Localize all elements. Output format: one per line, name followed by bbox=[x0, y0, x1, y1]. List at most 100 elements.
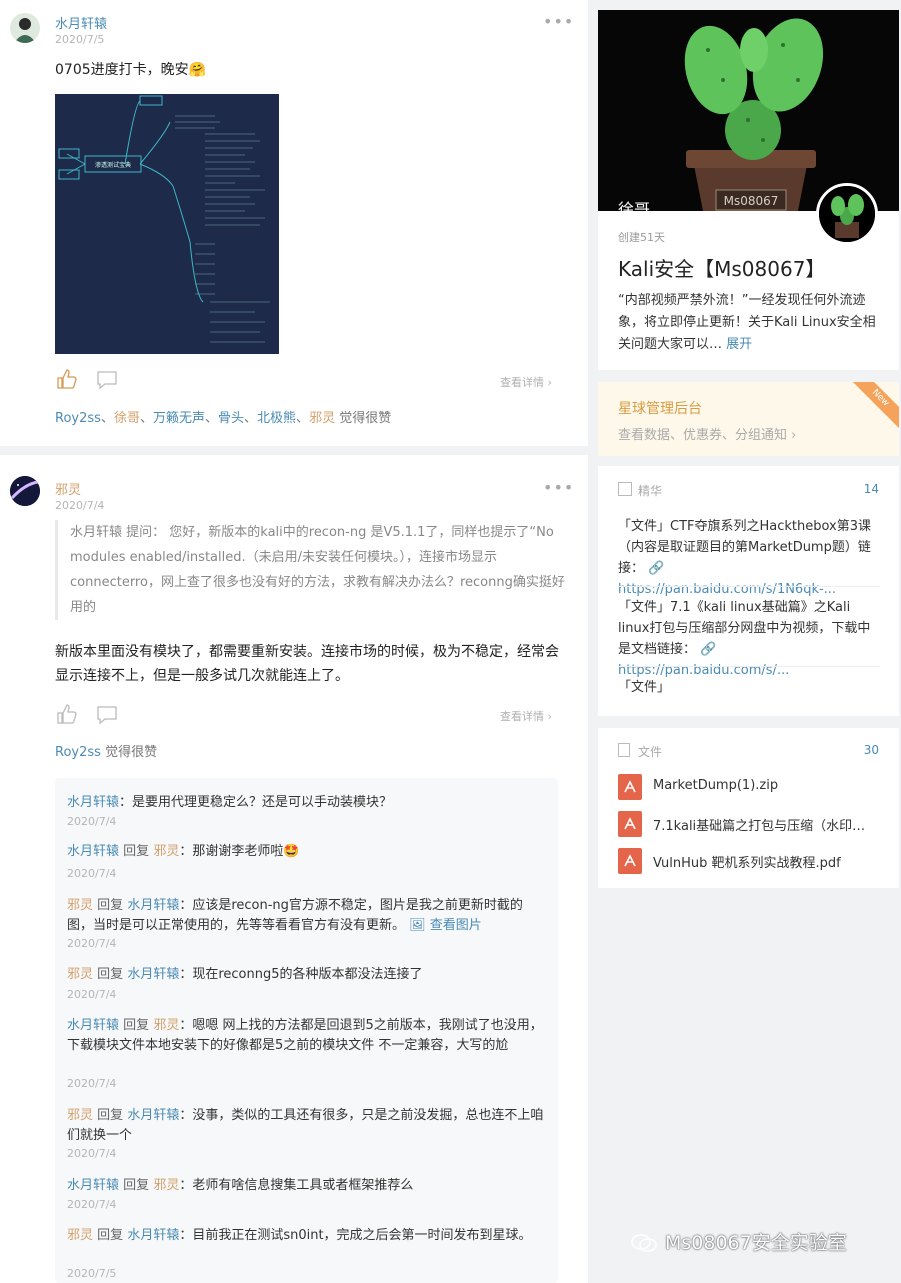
group-owner-name[interactable]: 徐哥 bbox=[618, 196, 650, 220]
post-date: 2020/7/4 bbox=[55, 499, 105, 512]
liker-name[interactable]: 骨头 bbox=[218, 411, 244, 426]
comment-author[interactable]: 水月轩辕 bbox=[67, 795, 119, 810]
mindmap-center-label: 渗透测试宝典 bbox=[95, 161, 131, 169]
reply-word: 回复 bbox=[97, 1228, 124, 1243]
essence-card: 精华 14 「文件」CTF夺旗系列之Hackthebox第3课（内容是取证题目的… bbox=[598, 466, 899, 716]
essence-item[interactable]: 「文件」7.1《kali linux基础篇》之Kali linux打包与压缩部分… bbox=[618, 597, 880, 681]
file-name: VulnHub 靶机系列实战教程.pdf bbox=[653, 856, 841, 871]
reply-word: 回复 bbox=[97, 967, 124, 982]
admin-subtitle[interactable]: 查看数据、优惠券、分组通知 › bbox=[618, 424, 796, 443]
essence-item[interactable]: 「文件」CTF夺旗系列之Hackthebox第3课（内容是取证题目的第Marke… bbox=[618, 516, 880, 600]
comment-text: ：目前我正在测试sn0int，完成之后会第一时间发布到星球。 bbox=[179, 1228, 532, 1243]
files-count[interactable]: 30 bbox=[864, 743, 879, 757]
comment-author[interactable]: 邪灵 bbox=[67, 1228, 93, 1243]
essence-item[interactable]: 「文件」 bbox=[618, 677, 880, 698]
comment-item[interactable]: 邪灵 回复 水月轩辕：应该是recon-ng官方源不稳定，图片是我之前更新时截的… bbox=[67, 896, 547, 936]
group-title: Kali安全【Ms08067】 bbox=[618, 257, 826, 281]
files-card: 文件 30 MarketDump(1).zip 7.1kali基础篇之打包与压缩… bbox=[598, 728, 899, 888]
comment-date: 2020/7/5 bbox=[67, 1267, 117, 1280]
like-icon[interactable] bbox=[55, 703, 77, 725]
comment-text: ：现在reconng5的各种版本都没法连接了 bbox=[179, 967, 423, 982]
comment-reply-to[interactable]: 水月轩辕 bbox=[127, 1108, 179, 1123]
liker-name[interactable]: 北极熊 bbox=[257, 411, 296, 426]
reply-word: 回复 bbox=[97, 1108, 124, 1123]
admin-title[interactable]: 星球管理后台 bbox=[618, 398, 702, 418]
comment-item[interactable]: 水月轩辕 回复 邪灵：嗯嗯 网上找的方法都是回退到5之前版本，我刚试了也没用，下… bbox=[67, 1016, 547, 1056]
pdf-file-icon bbox=[618, 848, 642, 874]
essence-label[interactable]: 精华 bbox=[638, 482, 662, 499]
comment-item[interactable]: 邪灵 回复 水月轩辕：目前我正在测试sn0int，完成之后会第一时间发布到星球。 bbox=[67, 1226, 547, 1246]
view-image-link[interactable]: 🖼 查看图片 bbox=[409, 918, 482, 933]
group-cover-image: Ms08067 bbox=[598, 10, 899, 211]
comment-item[interactable]: 邪灵 回复 水月轩辕：没事，类似的工具还有很多，只是之前没发掘，总也连不上咱们就… bbox=[67, 1106, 547, 1146]
likes-line: Roy2ss 觉得很赞 bbox=[55, 741, 157, 760]
comment-date: 2020/7/4 bbox=[67, 1077, 117, 1090]
file-name: 7.1kali基础篇之打包与压缩（水印… bbox=[653, 819, 866, 834]
post-text: 0705进度打卡，晚安🤗 bbox=[55, 62, 207, 78]
files-label[interactable]: 文件 bbox=[638, 743, 662, 760]
essence-count[interactable]: 14 bbox=[864, 482, 879, 496]
author-name[interactable]: 邪灵 bbox=[55, 479, 81, 498]
liker-name[interactable]: 邪灵 bbox=[309, 411, 335, 426]
comment-reply-to[interactable]: 邪灵 bbox=[153, 1018, 179, 1033]
liker-name[interactable]: 万籁无声 bbox=[153, 411, 205, 426]
comment-icon[interactable] bbox=[96, 704, 118, 726]
comment-author[interactable]: 邪灵 bbox=[67, 898, 93, 913]
comment-date: 2020/7/4 bbox=[67, 1198, 117, 1211]
more-icon[interactable]: ••• bbox=[543, 12, 574, 31]
file-section-icon bbox=[618, 743, 630, 757]
comment-author[interactable]: 水月轩辕 bbox=[67, 844, 119, 859]
comments-list: 水月轩辕：是要用代理更稳定么？还是可以手动装模块？ 2020/7/4 水月轩辕 … bbox=[55, 778, 558, 1283]
essence-item-link[interactable]: 🔗 https://pan.baidu.com/s/1N6qk-... bbox=[618, 561, 836, 597]
comment-author[interactable]: 水月轩辕 bbox=[67, 1018, 119, 1033]
like-icon[interactable] bbox=[55, 368, 77, 390]
more-icon[interactable]: ••• bbox=[543, 478, 574, 497]
comment-reply-to[interactable]: 邪灵 bbox=[153, 844, 179, 859]
comment-author[interactable]: 邪灵 bbox=[67, 1108, 93, 1123]
comment-author[interactable]: 邪灵 bbox=[67, 967, 93, 982]
essence-icon bbox=[618, 482, 632, 496]
reply-word: 回复 bbox=[123, 1018, 150, 1033]
post-text: 新版本里面没有模块了，都需要重新安装。连接市场的时候，极为不稳定，经常会显示连接… bbox=[55, 644, 559, 684]
group-avatar bbox=[816, 183, 878, 245]
liker-name[interactable]: 徐哥 bbox=[114, 411, 140, 426]
reply-word: 回复 bbox=[97, 898, 124, 913]
comment-item[interactable]: 邪灵 回复 水月轩辕：现在reconng5的各种版本都没法连接了 bbox=[67, 965, 547, 985]
comment-icon[interactable] bbox=[96, 369, 118, 391]
essence-item-text: 「文件」 bbox=[618, 680, 671, 695]
liker-name[interactable]: Roy2ss bbox=[55, 745, 101, 760]
comment-author[interactable]: 水月轩辕 bbox=[67, 1178, 119, 1193]
author-name[interactable]: 水月轩辕 bbox=[55, 13, 107, 32]
expand-link[interactable]: 展开 bbox=[726, 337, 752, 352]
liker-name[interactable]: Roy2ss bbox=[55, 411, 101, 426]
group-info-card: Ms08067 徐哥 创建51天 Kali安全【Ms08067】 “内部视频严禁… bbox=[598, 10, 899, 370]
admin-dashboard-card[interactable]: 星球管理后台 查看数据、优惠券、分组通知 › New bbox=[598, 382, 899, 456]
comment-reply-to[interactable]: 邪灵 bbox=[153, 1178, 179, 1193]
post-card: 水月轩辕 2020/7/5 ••• 0705进度打卡，晚安🤗 渗透测试宝典 查看… bbox=[0, 0, 588, 446]
mindmap-image[interactable]: 渗透测试宝典 bbox=[55, 94, 279, 354]
comment-reply-to[interactable]: 水月轩辕 bbox=[127, 898, 179, 913]
comment-item[interactable]: 水月轩辕 回复 邪灵：老师有啥信息搜集工具或者框架推荐么 bbox=[67, 1176, 547, 1196]
avatar[interactable] bbox=[10, 13, 40, 43]
comment-reply-to[interactable]: 水月轩辕 bbox=[127, 967, 179, 982]
created-days: 创建51天 bbox=[618, 231, 665, 244]
pdf-file-icon bbox=[618, 774, 642, 800]
new-ribbon-text: New bbox=[853, 382, 899, 428]
comment-date: 2020/7/4 bbox=[67, 937, 117, 950]
pot-label: Ms08067 bbox=[724, 194, 779, 208]
comment-item[interactable]: 水月轩辕 回复 邪灵：那谢谢李老师啦🤩 bbox=[67, 842, 547, 862]
reply-word: 回复 bbox=[123, 844, 150, 859]
comment-reply-to[interactable]: 水月轩辕 bbox=[127, 1228, 179, 1243]
divider bbox=[618, 586, 880, 587]
comment-text: ：那谢谢李老师啦🤩 bbox=[179, 844, 300, 859]
comment-item[interactable]: 水月轩辕：是要用代理更稳定么？还是可以手动装模块？ bbox=[67, 793, 547, 813]
pdf-file-icon bbox=[618, 811, 642, 837]
essence-item-text: 「文件」7.1《kali linux基础篇》之Kali linux打包与压缩部分… bbox=[618, 600, 871, 657]
divider bbox=[618, 666, 880, 667]
view-details-link[interactable]: 查看详情 › bbox=[500, 708, 552, 724]
wechat-icon bbox=[630, 1232, 658, 1254]
likes-line: Roy2ss、徐哥、万籁无声、骨头、北极熊、邪灵 觉得很赞 bbox=[55, 411, 392, 426]
avatar[interactable] bbox=[10, 476, 40, 506]
view-details-link[interactable]: 查看详情 › bbox=[500, 374, 552, 390]
file-name: MarketDump(1).zip bbox=[653, 778, 779, 793]
